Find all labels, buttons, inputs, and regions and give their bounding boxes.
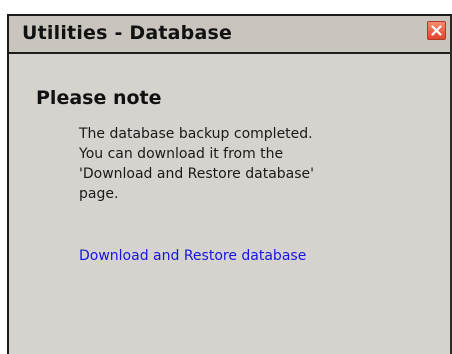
- note-heading: Please note: [36, 87, 162, 109]
- dialog-title: Utilities - Database: [22, 22, 233, 44]
- backup-message: The database backup completed. You can d…: [79, 126, 315, 202]
- close-icon: [431, 25, 442, 36]
- close-button[interactable]: [427, 21, 446, 40]
- download-restore-link[interactable]: Download and Restore database: [79, 246, 306, 266]
- utilities-database-dialog: Utilities - Database Please note The dat…: [7, 14, 452, 354]
- dialog-titlebar[interactable]: Utilities - Database: [9, 16, 450, 54]
- dialog-content: Please note The database backup complete…: [9, 54, 450, 354]
